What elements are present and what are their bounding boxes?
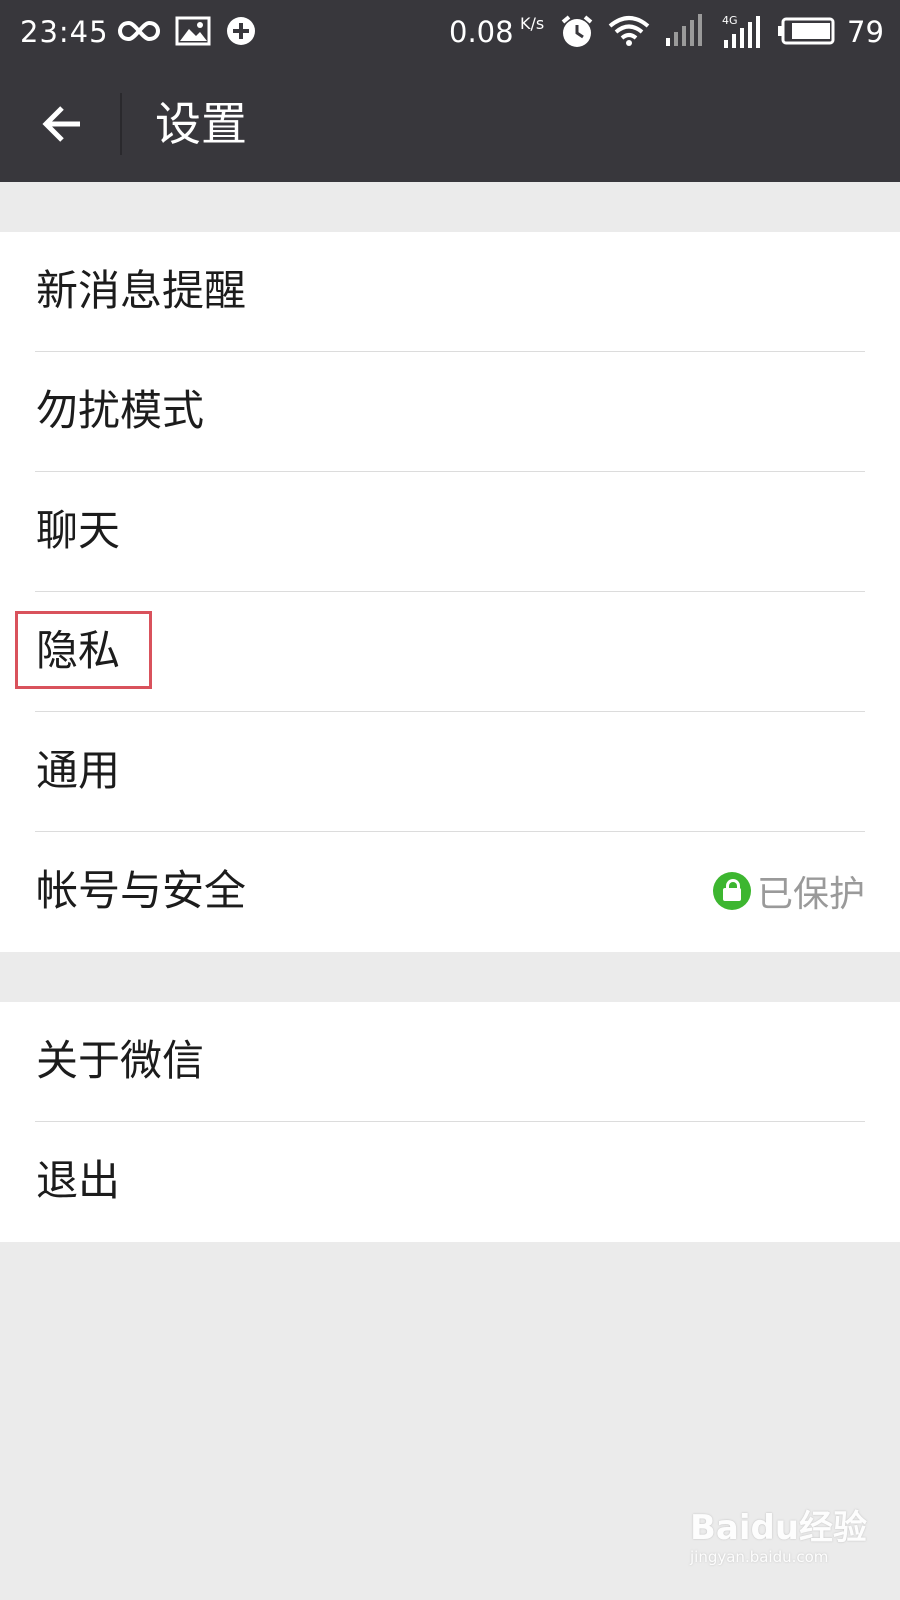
- svg-text:4G: 4G: [722, 14, 738, 27]
- page-title: 设置: [155, 97, 247, 151]
- battery-level: 79: [847, 15, 884, 49]
- network-speed-unit: K/s: [520, 14, 545, 33]
- watermark-brand: Baidu经验: [690, 1508, 868, 1548]
- settings-group-secondary: 关于微信 退出: [0, 1002, 900, 1242]
- settings-item-general[interactable]: 通用: [0, 712, 900, 832]
- settings-item-label: 聊天: [36, 506, 121, 555]
- 4g-signal-icon: 4G: [722, 14, 766, 57]
- status-time: 23:45: [20, 15, 109, 49]
- settings-item-chat[interactable]: 聊天: [0, 472, 900, 592]
- title-divider: [120, 93, 122, 155]
- image-icon: [175, 14, 211, 55]
- settings-group-main: 新消息提醒 勿扰模式 聊天 隐私 通用 帐号与安全 已保护: [0, 232, 900, 952]
- protection-status: 已保护: [712, 871, 865, 915]
- protection-status-text: 已保护: [756, 874, 865, 915]
- wifi-icon: [608, 14, 650, 55]
- watermark: Baidu经验 jingyan.baidu.com: [690, 1500, 870, 1580]
- battery-icon: [778, 14, 836, 55]
- settings-item-label: 新消息提醒: [36, 266, 247, 315]
- settings-item-label: 关于微信: [36, 1036, 205, 1085]
- settings-item-about[interactable]: 关于微信: [0, 1002, 900, 1122]
- settings-item-logout[interactable]: 退出: [0, 1122, 900, 1242]
- settings-item-notifications[interactable]: 新消息提醒: [0, 232, 900, 352]
- status-bar: 23:45 0.08 K/s 4G 79: [0, 0, 900, 66]
- settings-item-do-not-disturb[interactable]: 勿扰模式: [0, 352, 900, 472]
- settings-item-label: 退出: [36, 1156, 121, 1205]
- arrow-left-icon: [42, 106, 80, 142]
- back-button[interactable]: [20, 82, 104, 166]
- settings-item-label: 帐号与安全: [36, 866, 247, 915]
- settings-item-label: 通用: [36, 746, 121, 795]
- sync-plus-icon: [224, 14, 258, 55]
- network-speed: 0.08: [449, 15, 514, 49]
- title-bar: 设置: [0, 66, 900, 182]
- settings-item-label: 勿扰模式: [36, 386, 205, 435]
- watermark-site: jingyan.baidu.com: [690, 1548, 829, 1566]
- alarm-icon: [560, 14, 594, 57]
- settings-item-account-security[interactable]: 帐号与安全 已保护: [0, 832, 900, 952]
- infinity-icon: [117, 14, 161, 55]
- lock-icon: [712, 872, 751, 910]
- highlight-box: [15, 611, 152, 689]
- signal-icon: [664, 14, 704, 55]
